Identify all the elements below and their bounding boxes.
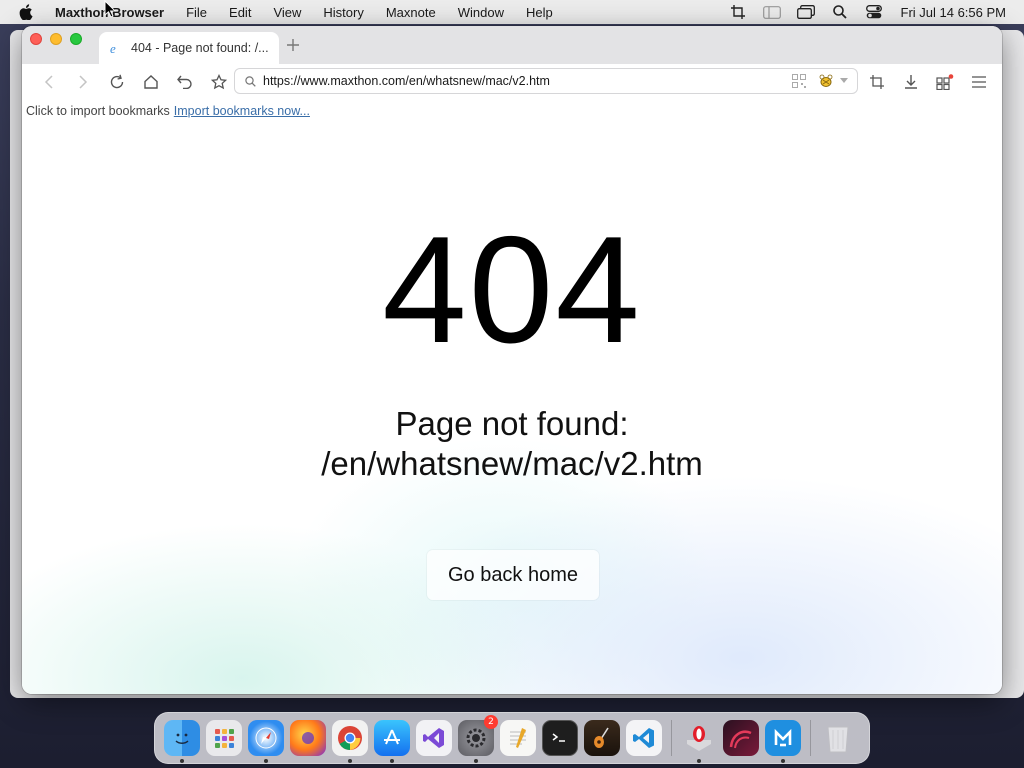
maximize-window-button[interactable] <box>70 33 82 45</box>
menu-file[interactable]: File <box>175 5 218 20</box>
home-icon[interactable] <box>134 68 168 96</box>
menu-edit[interactable]: Edit <box>218 5 262 20</box>
sidebar-icon[interactable] <box>762 5 781 19</box>
svg-text:e: e <box>110 41 116 55</box>
running-indicator <box>264 759 268 763</box>
tab-active[interactable]: e 404 - Page not found: /... <box>99 32 279 64</box>
opera-icon[interactable] <box>681 720 717 763</box>
menu-maxnote[interactable]: Maxnote <box>375 5 447 20</box>
finder-icon[interactable] <box>164 720 200 763</box>
running-indicator <box>348 759 352 763</box>
control-center-icon[interactable] <box>865 5 883 19</box>
search-icon[interactable] <box>831 5 849 19</box>
url-text[interactable]: https://www.maxthon.com/en/whatsnew/mac/… <box>263 74 791 88</box>
go-back-home-button[interactable]: Go back home <box>427 550 599 600</box>
terminal-icon[interactable] <box>542 720 578 756</box>
edge-icon[interactable] <box>723 720 759 756</box>
error-message: Page not found: /en/whatsnew/mac/v2.htm <box>22 404 1002 484</box>
apple-menu-icon[interactable] <box>18 4 34 20</box>
forward-icon[interactable] <box>66 68 100 96</box>
undo-icon[interactable] <box>168 68 202 96</box>
vscode-icon[interactable] <box>626 720 662 756</box>
capture-icon[interactable] <box>860 68 894 96</box>
running-indicator <box>697 759 701 763</box>
system-settings-icon[interactable]: 2 <box>458 715 498 763</box>
launchpad-icon[interactable] <box>206 720 242 756</box>
firefox-icon[interactable] <box>290 720 326 756</box>
running-indicator <box>390 759 394 763</box>
menubar-clock[interactable]: Fri Jul 14 6:56 PM <box>901 5 1007 20</box>
import-bookmarks-prompt: Click to import bookmarks <box>26 103 170 118</box>
trash-icon[interactable] <box>820 720 856 756</box>
dock-separator <box>810 720 811 756</box>
qr-code-icon[interactable] <box>791 73 807 89</box>
page-content: 404 Page not found: /en/whatsnew/mac/v2.… <box>22 118 1002 694</box>
traffic-lights <box>30 33 82 45</box>
error-message-line2: /en/whatsnew/mac/v2.htm <box>321 445 703 482</box>
browser-window: e 404 - Page not found: /... https://www… <box>22 26 1002 694</box>
maxthon-e-icon: e <box>109 41 123 55</box>
mouse-cursor-icon <box>104 0 117 18</box>
app-store-icon[interactable] <box>374 720 410 763</box>
new-tab-button[interactable] <box>284 36 302 54</box>
reload-icon[interactable] <box>100 68 134 96</box>
extension-bee-icon[interactable] <box>817 73 835 89</box>
tab-title: 404 - Page not found: /... <box>131 41 269 55</box>
running-indicator <box>180 759 184 763</box>
menu-view[interactable]: View <box>262 5 312 20</box>
apps-icon[interactable] <box>928 68 962 96</box>
minimize-window-button[interactable] <box>50 33 62 45</box>
menu-help[interactable]: Help <box>515 5 564 20</box>
back-icon[interactable] <box>32 68 66 96</box>
close-window-button[interactable] <box>30 33 42 45</box>
running-indicator <box>781 759 785 763</box>
textedit-icon[interactable] <box>500 720 536 756</box>
chrome-icon[interactable] <box>332 720 368 763</box>
menu-window[interactable]: Window <box>447 5 515 20</box>
star-icon[interactable] <box>202 68 236 96</box>
visual-studio-icon[interactable] <box>416 720 452 756</box>
address-search-icon <box>243 74 257 88</box>
screenshot-icon[interactable] <box>729 5 747 19</box>
dock-separator <box>671 720 672 756</box>
error-code: 404 <box>382 205 642 375</box>
safari-icon[interactable] <box>248 720 284 763</box>
notification-badge: 2 <box>484 715 498 729</box>
tab-bar: e 404 - Page not found: /... <box>22 26 1002 64</box>
maxthon-icon[interactable] <box>765 720 801 763</box>
window-icon[interactable] <box>796 5 815 19</box>
chevron-down-icon[interactable] <box>839 78 849 84</box>
download-icon[interactable] <box>894 68 928 96</box>
running-indicator <box>474 759 478 763</box>
import-bookmarks-link[interactable]: Import bookmarks now... <box>174 104 310 118</box>
garageband-icon[interactable] <box>584 720 620 756</box>
toolbar: https://www.maxthon.com/en/whatsnew/mac/… <box>22 64 1002 100</box>
menu-icon[interactable] <box>962 68 996 96</box>
address-bar[interactable]: https://www.maxthon.com/en/whatsnew/mac/… <box>234 68 858 94</box>
error-message-line1: Page not found: <box>395 405 629 442</box>
menu-history[interactable]: History <box>312 5 374 20</box>
dock: 2 <box>154 712 870 764</box>
menu-bar: Maxthon Browser File Edit View History M… <box>0 0 1024 24</box>
